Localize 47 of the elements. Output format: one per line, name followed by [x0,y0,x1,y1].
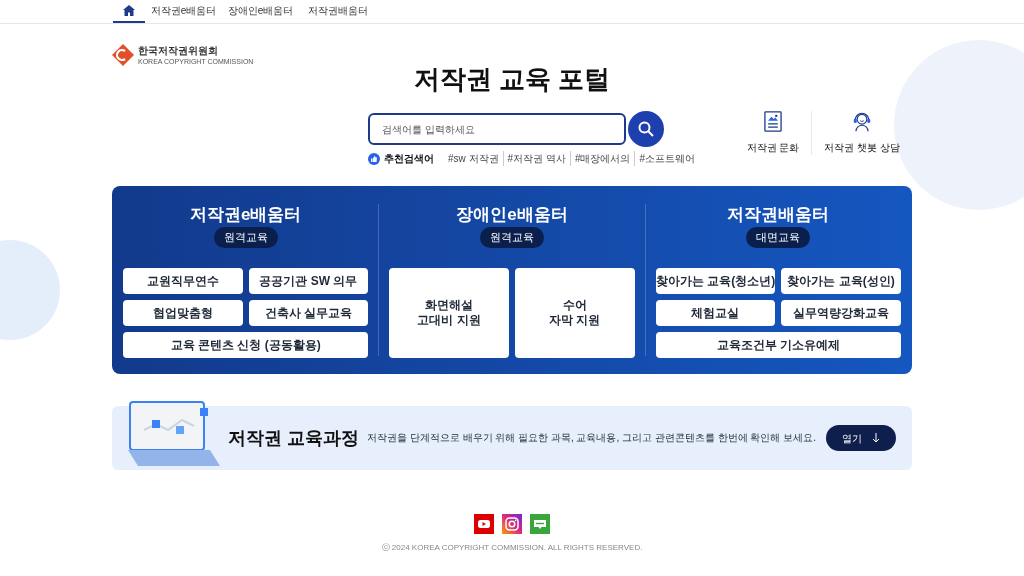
keyword-link[interactable]: #sw 저작권 [444,151,503,166]
menu-button[interactable]: 협업맞춤형 [123,299,243,326]
search-field[interactable]: 검색어를 입력하세요 [368,113,626,145]
copyright-text: ⓒ 2024 KOREA COPYRIGHT COMMISSION. ALL RIGHTS RESERVED. [381,542,643,554]
home-icon [123,5,135,16]
menu-button[interactable]: 찾아가는 교육(청소년) [655,267,776,294]
course-description: 저작권을 단계적으로 배우기 위해 필요한 과목, 교육내용, 그리고 관련콘텐츠를 한번에 확인해 보세요. [367,431,817,445]
search-icon [638,121,654,137]
menu-button[interactable]: 화면해설 고대비 지원 [389,267,509,358]
section-tag: 원격교육 [480,227,544,248]
menu-button[interactable]: 체험교실 [655,299,776,326]
quick-link-label: 저작권 문화 [746,141,800,155]
nav-tab[interactable]: 저작권배움터 [299,0,376,23]
logo-icon [112,44,134,66]
menu-button[interactable]: 찾아가는 교육(성인) [781,267,901,294]
section-tag: 원격교육 [213,227,278,248]
section-tag: 대면교육 [746,227,811,248]
quick-link[interactable]: 저작권 챗봇 상담 [811,111,912,155]
page-title: 저작권 교육 포털 [413,63,611,96]
menu-button[interactable]: 교육조건부 기소유예제 [655,331,901,358]
search-button[interactable] [628,111,664,147]
nav-tab[interactable]: 저작권e배움터 [145,0,222,23]
arrow-down-icon [872,433,880,443]
course-title: 저작권 교육과정 [228,426,359,450]
nav-tab[interactable]: 장애인e배움터 [222,0,299,23]
section-title: 저작권배움터 [727,204,830,226]
document-icon [762,111,785,132]
menu-button[interactable]: 건축사 실무교육 [248,299,369,326]
camera-icon[interactable] [502,514,522,534]
open-button[interactable]: 열기 [826,425,896,451]
video-play-icon[interactable] [474,514,494,534]
keyword-link[interactable]: #저작권 역사 [502,151,570,166]
menu-button[interactable]: 실무역량강화교육 [781,299,901,326]
quick-link[interactable]: 저작권 문화 [734,111,812,155]
logo-name: 한국저작권위원회 [138,45,219,56]
menu-button[interactable]: 교원직무연수 [123,267,243,294]
menu-button[interactable]: 수어 자막 지원 [515,267,635,358]
menu-button[interactable]: 교육 콘텐츠 신청 (공동활용) [123,331,369,358]
section-title: 저작권e배움터 [189,204,302,226]
keyword-link[interactable]: #매장에서의 [569,151,635,166]
keyword-link[interactable]: #소프트웨어 [634,151,700,166]
thumbs-up-icon [368,152,380,165]
menu-button[interactable]: 공공기관 SW 의무 [248,267,369,294]
section-title: 장애인e배움터 [456,204,568,226]
quick-link-label: 저작권 챗봇 상담 [824,141,900,155]
recommended-label: 추천검색어 [384,152,434,166]
speech-bubble-icon[interactable] [530,514,550,534]
